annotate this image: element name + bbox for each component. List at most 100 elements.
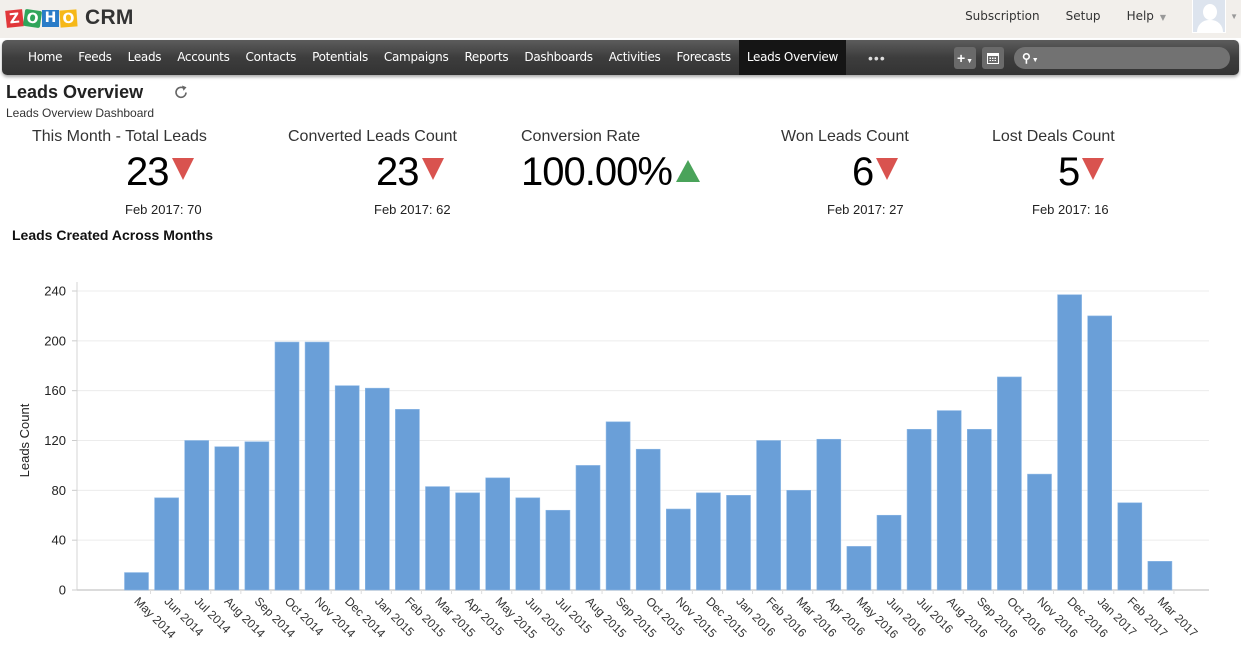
zoho-crm-logo[interactable]: Z O H O CRM (5, 6, 134, 30)
avatar-chevron-down-icon[interactable]: ▼ (1230, 12, 1238, 21)
tab-dashboards[interactable]: Dashboards (516, 40, 600, 75)
bar-feb-2015 (395, 409, 420, 591)
kpi-label: Converted Leads Count (288, 128, 457, 145)
search-box[interactable]: ⚲ ▼ (1014, 47, 1230, 69)
bar-aug-2016 (936, 410, 962, 591)
search-input[interactable] (1042, 51, 1223, 65)
bar-sep-2014 (244, 441, 270, 591)
top-header: Z O H O CRM Subscription Setup Help ▼ ▼ (0, 0, 1241, 38)
bar-aug-2014 (214, 446, 240, 591)
logo-tile: O (59, 8, 78, 28)
bar-mar-2017 (1147, 561, 1173, 591)
y-axis-label: Leads Count (17, 403, 32, 477)
trend-down-icon (421, 157, 444, 180)
quick-create-button[interactable]: + ▼ (954, 47, 976, 69)
logo-tile: H (42, 9, 59, 27)
tab-home[interactable]: Home (20, 40, 70, 75)
bar-jan-2017 (1087, 315, 1112, 591)
kpi-converted-leads[interactable]: Converted Leads Count 23 Feb 2017: 62 (288, 128, 457, 217)
kpi-previous: Feb 2017: 27 (827, 202, 904, 217)
tab-feeds[interactable]: Feeds (70, 40, 119, 75)
bar-nov-2014 (304, 341, 330, 591)
trend-down-icon (1082, 157, 1105, 180)
kpi-total-leads[interactable]: This Month - Total Leads 23 Feb 2017: 70 (32, 128, 207, 217)
kpi-previous: Feb 2017: 70 (125, 202, 202, 217)
kpi-value: 100.00% (521, 150, 673, 194)
tab-forecasts[interactable]: Forecasts (668, 40, 738, 75)
kpi-label: This Month - Total Leads (32, 128, 207, 145)
refresh-icon[interactable] (173, 84, 189, 100)
bar-aug-2015 (575, 465, 601, 591)
tab-accounts[interactable]: Accounts (169, 40, 237, 75)
bar-apr-2016 (816, 438, 842, 591)
y-tick-label: 200 (44, 333, 66, 348)
bar-mar-2015 (425, 486, 450, 591)
bar-dec-2014 (334, 385, 360, 591)
kpi-value: 6 (852, 150, 874, 194)
chevron-down-icon: ▼ (1159, 13, 1167, 22)
bar-jul-2016 (906, 428, 932, 591)
y-tick-label: 0 (59, 583, 66, 598)
logo-tile: O (22, 8, 43, 28)
bar-may-2016 (846, 546, 872, 591)
kpi-label: Conversion Rate (521, 128, 641, 145)
tab-campaigns[interactable]: Campaigns (376, 40, 457, 75)
bar-apr-2015 (455, 492, 480, 591)
main-nav: Home Feeds Leads Accounts Contacts Poten… (2, 40, 1239, 75)
chart-title: Leads Created Across Months (12, 227, 213, 243)
bar-nov-2015 (665, 508, 691, 591)
kpi-lost-deals[interactable]: Lost Deals Count 5 Feb 2017: 16 (992, 128, 1115, 217)
y-tick-label: 80 (52, 483, 66, 498)
bar-feb-2016 (756, 440, 781, 591)
tab-leads-overview[interactable]: Leads Overview (738, 40, 847, 75)
tab-activities[interactable]: Activities (601, 40, 669, 75)
calendar-icon (987, 52, 999, 64)
kpi-value: 23 (376, 150, 419, 194)
page-subtitle: Leads Overview Dashboard (6, 106, 155, 120)
kpi-won-leads[interactable]: Won Leads Count 6 Feb 2017: 27 (781, 128, 909, 217)
bar-feb-2017 (1117, 502, 1143, 591)
tab-reports[interactable]: Reports (456, 40, 516, 75)
kpi-value: 5 (1058, 150, 1080, 194)
y-tick-label: 120 (44, 433, 66, 448)
bar-jan-2016 (726, 495, 751, 591)
bar-sep-2016 (966, 428, 992, 591)
bar-sep-2015 (605, 421, 631, 591)
chevron-down-icon: ▼ (966, 57, 974, 65)
calendar-button[interactable] (982, 47, 1004, 69)
kpi-conversion-rate[interactable]: Conversion Rate 100.00% (521, 128, 700, 194)
bar-oct-2015 (635, 448, 661, 591)
user-silhouette-icon (1203, 4, 1218, 20)
kpi-previous: Feb 2017: 62 (374, 202, 451, 217)
trend-down-icon (876, 157, 899, 180)
kpi-value: 23 (126, 150, 169, 194)
bar-oct-2016 (997, 376, 1022, 591)
search-icon[interactable]: ⚲ (1022, 51, 1031, 65)
tab-leads[interactable]: Leads (120, 40, 170, 75)
bar-jun-2015 (515, 497, 541, 591)
tab-potentials[interactable]: Potentials (304, 40, 376, 75)
more-tabs-icon[interactable]: ••• (868, 50, 886, 66)
bar-may-2014 (124, 572, 149, 591)
product-name: CRM (85, 6, 134, 29)
tab-contacts[interactable]: Contacts (238, 40, 305, 75)
bar-nov-2016 (1027, 473, 1052, 591)
trend-up-icon (675, 159, 700, 182)
leads-bar-chart: 04080120160200240Leads CountMay 2014Jun … (17, 282, 1209, 642)
search-options-chevron-icon[interactable]: ▼ (1032, 57, 1039, 64)
bar-oct-2014 (274, 341, 300, 591)
subscription-link[interactable]: Subscription (965, 9, 1040, 23)
nav-tabs: Home Feeds Leads Accounts Contacts Poten… (20, 40, 886, 75)
page-title: Leads Overview (6, 82, 144, 102)
setup-link[interactable]: Setup (1066, 9, 1101, 23)
kpi-label: Lost Deals Count (992, 128, 1115, 145)
help-label: Help (1126, 9, 1154, 23)
user-avatar[interactable] (1192, 0, 1227, 33)
help-menu[interactable]: Help ▼ (1127, 9, 1167, 23)
top-links: Subscription Setup Help ▼ ▼ (965, 0, 1241, 33)
bar-mar-2016 (786, 490, 812, 591)
bar-jun-2014 (154, 497, 179, 591)
kpi-label: Won Leads Count (781, 128, 909, 145)
bar-may-2015 (485, 477, 511, 591)
y-tick-label: 160 (44, 383, 66, 398)
